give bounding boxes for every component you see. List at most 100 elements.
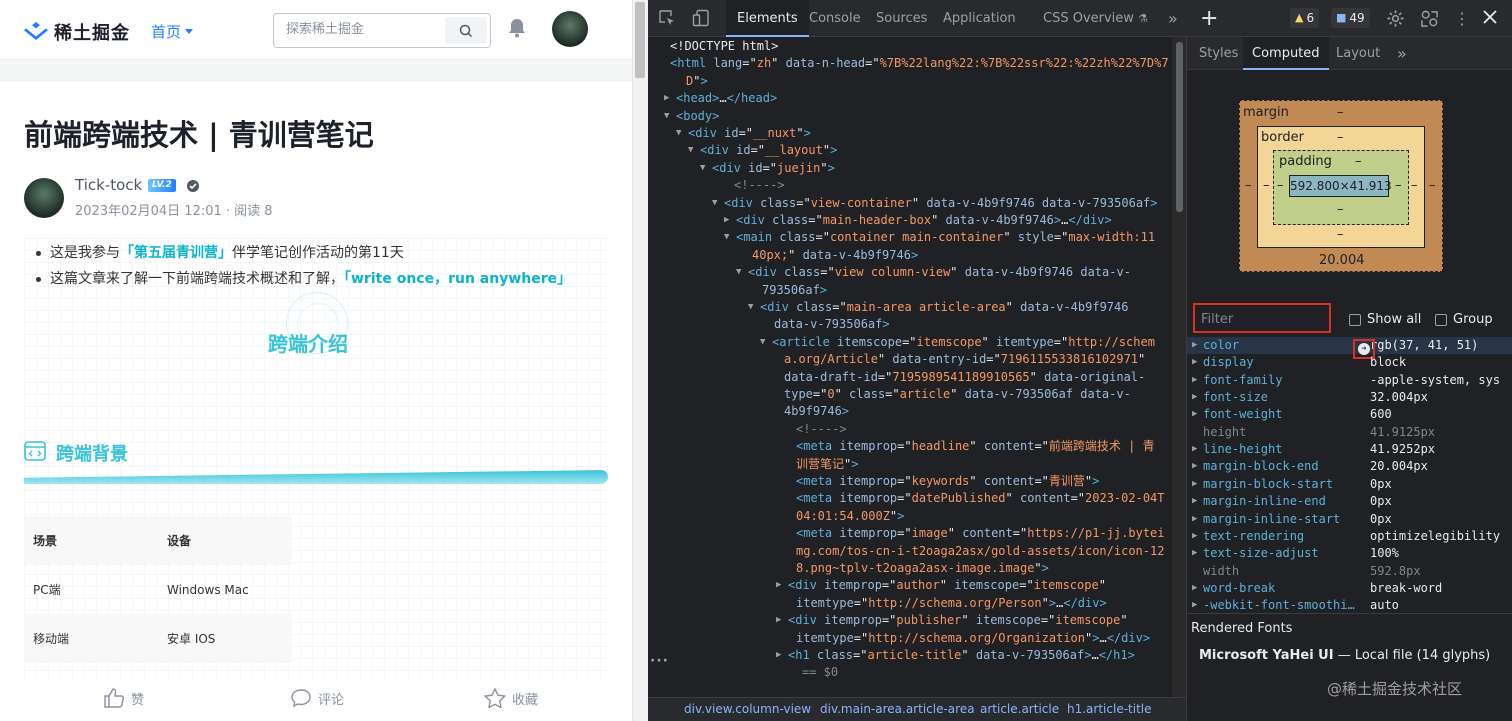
site-logo[interactable]: 稀土掘金 — [24, 19, 130, 45]
dom-node-line[interactable]: type="0" class="article" data-v-793506af… — [784, 386, 1131, 404]
expand-toggle-icon[interactable]: ▼ — [748, 299, 753, 317]
computed-property-row[interactable]: ▶ text-rendering optimizelegibility — [1187, 528, 1512, 545]
dom-node-line[interactable]: mg.com/tos-cn-i-t2oaga2asx/gold-assets/i… — [796, 543, 1164, 561]
expand-toggle-icon[interactable]: ▶ — [724, 212, 729, 230]
dom-tree-scroll-thumb[interactable] — [1176, 42, 1183, 212]
drawer-dots-icon[interactable]: ··· — [650, 653, 669, 669]
breadcrumb-item[interactable]: div.view.column-view — [684, 698, 811, 721]
dom-node-line[interactable]: ▶ <head>…</head> — [664, 90, 777, 108]
filter-input[interactable] — [1201, 312, 1321, 327]
tab-application[interactable]: Application — [943, 0, 1016, 37]
user-avatar[interactable] — [552, 11, 588, 47]
expand-toggle-icon[interactable]: ▶ — [1192, 372, 1197, 389]
computed-property-row[interactable]: height 41.9125px — [1187, 424, 1512, 441]
computed-property-row[interactable]: ▶ margin-inline-end 0px — [1187, 493, 1512, 510]
expand-toggle-icon[interactable]: ▼ — [676, 125, 681, 143]
page-scrollbar[interactable] — [632, 0, 648, 721]
computed-property-row[interactable]: ▶ display block — [1187, 354, 1512, 371]
dom-node-line[interactable]: ▼ <main class="container main-container" … — [724, 229, 1155, 247]
messages-badge[interactable]: ■ 49 — [1331, 8, 1370, 28]
more-tabs-icon[interactable]: » — [1168, 0, 1178, 37]
dom-node-line[interactable]: itemtype="http://schema.org/Person">…</d… — [796, 595, 1107, 613]
expand-toggle-icon[interactable]: ▼ — [712, 195, 717, 213]
dom-node-line[interactable]: <!----> — [734, 177, 785, 195]
search-input[interactable] — [286, 22, 436, 37]
inspect-element-icon[interactable] — [658, 9, 676, 27]
computed-property-row[interactable]: ▶ -webkit-font-smoothi… auto — [1187, 597, 1512, 614]
tab-console[interactable]: Console — [809, 0, 861, 37]
comment-button[interactable]: 评论 — [290, 688, 344, 708]
dom-node-line[interactable]: ▼ <div class="view column-view" data-v-4b… — [736, 264, 1131, 282]
expand-toggle-icon[interactable]: ▶ — [1192, 511, 1197, 528]
computed-property-row[interactable]: ▶ text-size-adjust 100% — [1187, 545, 1512, 562]
computed-property-row[interactable]: ▶ word-break break-word — [1187, 580, 1512, 597]
expand-toggle-icon[interactable]: ▶ — [1192, 528, 1197, 545]
dom-node-line[interactable]: <!----> — [796, 421, 847, 439]
author-avatar[interactable] — [24, 178, 64, 218]
dom-node-line[interactable]: ▶ <h1 class="article-title" data-v-793506… — [776, 647, 1135, 665]
customize-icon[interactable] — [1420, 9, 1439, 28]
expand-toggle-icon[interactable]: ▶ — [664, 90, 669, 108]
expand-toggle-icon[interactable]: ▶ — [1192, 493, 1197, 510]
dom-node-line[interactable]: ▼ <div id="juejin"> — [700, 160, 835, 178]
device-toggle-icon[interactable] — [692, 9, 710, 27]
dom-node-line[interactable]: itemtype="http://schema.org/Organization… — [796, 630, 1150, 648]
dom-node-line[interactable]: 793506af> — [762, 282, 827, 300]
kebab-menu-icon[interactable]: ⋮ — [1454, 0, 1470, 37]
dom-node-line[interactable]: a.org/Article" data-entry-id="7196115533… — [784, 351, 1145, 369]
dom-node-line[interactable]: D"> — [686, 73, 708, 91]
dom-node-line[interactable]: <meta itemprop="keywords" content="青训营"> — [796, 473, 1099, 491]
expand-toggle-icon[interactable]: ▶ — [1192, 545, 1197, 562]
dom-node-line[interactable]: <html lang="zh" data-n-head="%7B%22lang%… — [670, 55, 1169, 73]
dom-node-line[interactable]: ▶ <div itemprop="author" itemscope="items… — [776, 577, 1106, 595]
breadcrumb-item[interactable]: h1.article-title — [1067, 698, 1152, 721]
tab-elements[interactable]: Elements — [726, 0, 809, 37]
dom-node-line[interactable]: 4b9f9746> — [784, 403, 849, 421]
dom-node-line[interactable]: 04:01:54.000Z"> — [796, 508, 904, 526]
dom-node-line[interactable]: <!DOCTYPE html> — [670, 38, 778, 56]
dom-tree[interactable]: <!DOCTYPE html> <html lang="zh" data-n-he… — [648, 37, 1172, 697]
collect-button[interactable]: 收藏 — [484, 688, 538, 708]
expand-toggle-icon[interactable]: ▼ — [760, 334, 765, 352]
nav-home[interactable]: 首页 — [151, 21, 194, 42]
expand-toggle-icon[interactable]: ▶ — [776, 612, 781, 630]
tab-computed[interactable]: Computed — [1243, 37, 1329, 70]
expand-toggle-icon[interactable]: ▼ — [724, 229, 729, 247]
dom-node-line[interactable]: data-draft-id="7195989541189910565" data… — [784, 369, 1145, 387]
tab-css-overview[interactable]: CSS Overview ⚗ — [1043, 0, 1148, 37]
add-panel-icon[interactable]: + — [1200, 0, 1218, 37]
close-icon[interactable] — [1482, 9, 1498, 25]
expand-toggle-icon[interactable]: ▶ — [1192, 458, 1197, 475]
computed-property-row[interactable]: ▶ margin-inline-start 0px — [1187, 511, 1512, 528]
tab-layout[interactable]: Layout — [1336, 37, 1380, 70]
dom-node-line[interactable]: <meta itemprop="image" content="https://… — [796, 525, 1165, 543]
dom-node-line[interactable]: <meta itemprop="headline" content="前端跨端技… — [796, 438, 1155, 456]
dom-node-line[interactable]: 40px;" data-v-4b9f9746> — [752, 247, 918, 265]
computed-property-row[interactable]: width 592.8px — [1187, 563, 1512, 580]
expand-toggle-icon[interactable]: ▼ — [688, 142, 693, 160]
expand-toggle-icon[interactable]: ▶ — [1192, 597, 1197, 614]
expand-toggle-icon[interactable]: ▶ — [1192, 580, 1197, 597]
dom-node-line[interactable]: == $0 — [802, 664, 838, 682]
search-button[interactable] — [445, 17, 487, 44]
expand-toggle-icon[interactable]: ▶ — [1192, 406, 1197, 423]
expand-toggle-icon[interactable]: ▶ — [1192, 389, 1197, 406]
expand-toggle-icon[interactable]: ▶ — [1192, 337, 1197, 354]
dom-node-line[interactable]: <meta itemprop="datePublished" content="… — [796, 490, 1165, 508]
expand-toggle-icon[interactable]: ▶ — [1192, 476, 1197, 493]
expand-toggle-icon[interactable]: ▼ — [664, 108, 669, 126]
group-checkbox[interactable]: Group — [1435, 312, 1493, 327]
intro-highlight[interactable]: 「第五届青训营」 — [120, 245, 232, 261]
computed-property-row[interactable]: ▶ margin-block-start 0px — [1187, 476, 1512, 493]
dom-node-line[interactable]: ▼ <article itemscope="itemscope" itemtype… — [760, 334, 1155, 352]
dom-node-line[interactable]: 8.png~tplv-t2oaga2asx-image.image"> — [796, 560, 1049, 578]
computed-property-row[interactable]: ▶ font-weight 600 — [1187, 406, 1512, 423]
dom-node-line[interactable]: ▼ <div class="main-area article-area" dat… — [748, 299, 1128, 317]
dom-node-line[interactable]: ▼ <div id="__nuxt"> — [676, 125, 811, 143]
tab-styles[interactable]: Styles — [1199, 37, 1238, 70]
computed-property-row[interactable]: ▶ line-height 41.9252px — [1187, 441, 1512, 458]
breadcrumb-item[interactable]: article.article — [980, 698, 1059, 721]
dom-node-line[interactable]: ▼ <div class="view-container" data-v-4b9f… — [712, 195, 1158, 213]
like-button[interactable]: 赞 — [103, 688, 144, 708]
dom-node-line[interactable]: ▶ <div class="main-header-box" data-v-4b9… — [724, 212, 1112, 230]
